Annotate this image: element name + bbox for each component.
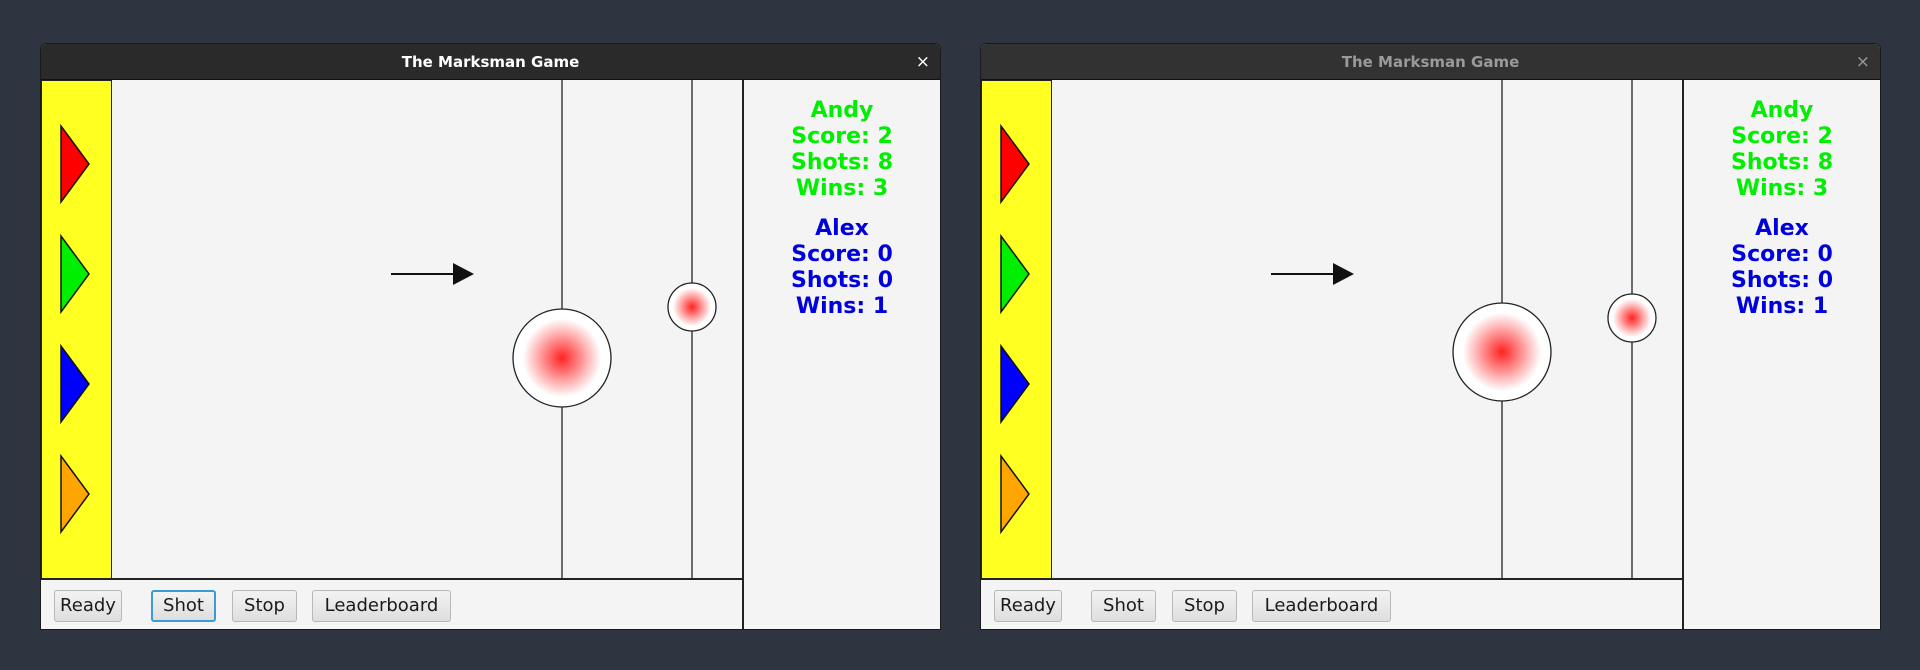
- far-target: [667, 282, 717, 332]
- game-window-1: The Marksman Game × Ready Shot Stop Lead…: [40, 43, 941, 630]
- control-bar: Ready Shot Stop Leaderboard: [981, 580, 1684, 629]
- player-shots: Shots: 0: [1731, 268, 1833, 293]
- arrow-head-icon: [1333, 263, 1354, 285]
- scoreboard: Andy Score: 2 Shots: 8 Wins: 3 Alex Scor…: [1684, 80, 1880, 629]
- shot-button[interactable]: Shot: [151, 590, 216, 622]
- player-wins: Wins: 1: [1735, 294, 1829, 319]
- player-name: Alex: [1755, 216, 1809, 241]
- blue-triangle-icon: [1000, 343, 1030, 425]
- player-2-stats: Alex Score: 0 Shots: 0 Wins: 1: [744, 216, 940, 320]
- window-title: The Marksman Game: [401, 53, 580, 71]
- control-bar: Ready Shot Stop Leaderboard: [41, 580, 744, 629]
- player-2-stats: Alex Score: 0 Shots: 0 Wins: 1: [1684, 216, 1880, 320]
- player-score: Score: 0: [1731, 242, 1833, 267]
- field-canvas: [1000, 80, 1657, 580]
- green-triangle-icon: [1000, 233, 1030, 315]
- player-shots: Shots: 0: [791, 268, 893, 293]
- player-wins: Wins: 1: [795, 294, 889, 319]
- blue-triangle-icon: [60, 343, 90, 425]
- player-name: Andy: [810, 98, 874, 123]
- shot-button[interactable]: Shot: [1091, 590, 1156, 622]
- scoreboard: Andy Score: 2 Shots: 8 Wins: 3 Alex Scor…: [744, 80, 940, 629]
- near-target: [1452, 302, 1552, 402]
- close-icon[interactable]: ×: [916, 44, 930, 80]
- player-shots: Shots: 8: [791, 150, 893, 175]
- player-1-stats: Andy Score: 2 Shots: 8 Wins: 3: [744, 98, 940, 202]
- orange-triangle-icon: [1000, 453, 1030, 535]
- player-score: Score: 0: [791, 242, 893, 267]
- green-triangle-icon: [60, 233, 90, 315]
- game-field: [981, 80, 1684, 580]
- arrow-head-icon: [453, 263, 474, 285]
- close-icon[interactable]: ×: [1856, 44, 1870, 80]
- orange-triangle-icon: [60, 453, 90, 535]
- window-title: The Marksman Game: [1341, 53, 1520, 71]
- ready-button[interactable]: Ready: [994, 590, 1062, 622]
- player-shots: Shots: 8: [1731, 150, 1833, 175]
- leaderboard-button[interactable]: Leaderboard: [1252, 590, 1391, 622]
- red-triangle-icon: [60, 123, 90, 205]
- title-bar[interactable]: The Marksman Game ×: [41, 44, 940, 80]
- stop-button[interactable]: Stop: [1172, 590, 1237, 622]
- stop-button[interactable]: Stop: [232, 590, 297, 622]
- player-name: Alex: [815, 216, 869, 241]
- player-score: Score: 2: [1731, 124, 1833, 149]
- game-window-2: The Marksman Game × Ready Shot Stop Lead…: [980, 43, 1881, 630]
- game-field: [41, 80, 744, 580]
- ready-button[interactable]: Ready: [54, 590, 122, 622]
- near-target: [512, 308, 612, 408]
- title-bar[interactable]: The Marksman Game ×: [981, 44, 1880, 80]
- far-target: [1607, 293, 1657, 343]
- player-1-stats: Andy Score: 2 Shots: 8 Wins: 3: [1684, 98, 1880, 202]
- field-canvas: [60, 80, 717, 580]
- player-name: Andy: [1750, 98, 1814, 123]
- red-triangle-icon: [1000, 123, 1030, 205]
- player-score: Score: 2: [791, 124, 893, 149]
- leaderboard-button[interactable]: Leaderboard: [312, 590, 451, 622]
- player-wins: Wins: 3: [1735, 176, 1829, 201]
- player-wins: Wins: 3: [795, 176, 889, 201]
